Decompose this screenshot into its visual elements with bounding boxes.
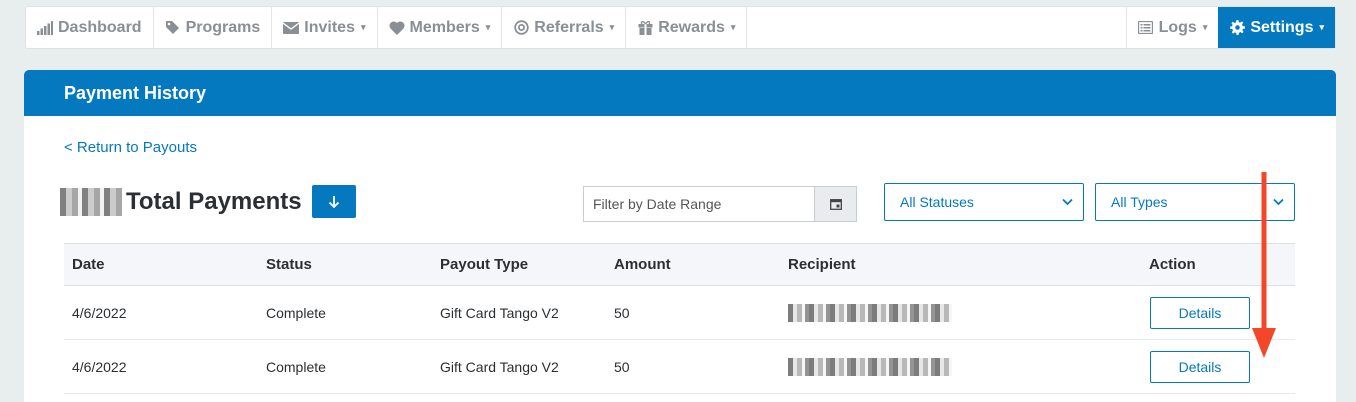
details-button[interactable]: Details — [1150, 350, 1250, 383]
nav-rewards-label: Rewards — [658, 18, 725, 36]
header-status: Status — [266, 256, 312, 273]
list-alt-icon — [1138, 20, 1154, 36]
target-icon — [513, 20, 529, 36]
chevron-down-icon — [1062, 198, 1073, 206]
nav-logs[interactable]: Logs ▾ — [1125, 7, 1219, 48]
status-select-value: All Statuses — [900, 194, 974, 210]
tag-icon — [165, 20, 181, 36]
nav-logs-label: Logs — [1158, 18, 1197, 36]
signal-bars-icon — [37, 20, 53, 36]
total-payments-row: Total Payments — [60, 185, 356, 218]
gear-icon — [1229, 20, 1245, 36]
nav-referrals-label: Referrals — [534, 18, 604, 36]
nav-programs[interactable]: Programs — [154, 7, 273, 48]
date-range-input[interactable] — [584, 187, 814, 221]
chevron-down-icon: ▾ — [1319, 22, 1324, 32]
type-select-value: All Types — [1111, 194, 1168, 210]
cell-amount: 50 — [614, 358, 630, 375]
details-button[interactable]: Details — [1150, 296, 1250, 329]
calendar-button[interactable] — [814, 187, 856, 221]
total-payments-title: Total Payments — [126, 187, 302, 215]
nav-dashboard[interactable]: Dashboard — [26, 7, 154, 48]
payments-table: Date Status Payout Type Amount Recipient… — [64, 243, 1295, 394]
nav-invites[interactable]: Invites ▾ — [272, 7, 378, 48]
cell-date: 4/6/2022 — [72, 358, 127, 375]
top-nav: Dashboard Programs Invites ▾ Members ▾ R… — [25, 6, 1336, 49]
header-payout-type: Payout Type — [440, 256, 529, 273]
cell-payout-type: Gift Card Tango V2 — [440, 358, 559, 375]
payment-history-panel: Payment History < Return to Payouts Tota… — [24, 70, 1336, 402]
heart-icon — [388, 20, 405, 36]
cell-status: Complete — [266, 304, 326, 321]
nav-referrals[interactable]: Referrals ▾ — [502, 7, 627, 48]
recipient-redacted — [788, 357, 952, 376]
nav-members[interactable]: Members ▾ — [378, 7, 503, 48]
chevron-down-icon: ▾ — [360, 22, 366, 32]
table-row: 4/6/2022 Complete Gift Card Tango V2 50 … — [64, 340, 1295, 394]
header-date: Date — [72, 256, 105, 273]
header-recipient: Recipient — [788, 256, 856, 273]
cell-date: 4/6/2022 — [72, 304, 127, 321]
nav-members-label: Members — [409, 18, 480, 36]
total-count-redacted — [60, 187, 122, 216]
nav-settings[interactable]: Settings ▾ — [1218, 7, 1335, 48]
download-button[interactable] — [311, 185, 356, 218]
gift-icon — [637, 20, 653, 36]
header-amount: Amount — [614, 256, 671, 273]
recipient-redacted — [788, 303, 952, 322]
table-header: Date Status Payout Type Amount Recipient… — [64, 243, 1295, 286]
table-row: 4/6/2022 Complete Gift Card Tango V2 50 … — [64, 286, 1295, 340]
cell-status: Complete — [266, 358, 326, 375]
chevron-down-icon: ▾ — [609, 22, 615, 32]
status-select[interactable]: All Statuses — [884, 183, 1084, 221]
cell-amount: 50 — [614, 304, 630, 321]
date-range-filter — [583, 186, 857, 222]
calendar-icon — [829, 199, 842, 210]
nav-programs-label: Programs — [185, 18, 261, 36]
envelope-icon — [283, 20, 300, 36]
chevron-down-icon: ▾ — [730, 22, 736, 32]
nav-rewards[interactable]: Rewards ▾ — [626, 7, 748, 48]
arrow-down-icon — [328, 195, 339, 208]
cell-payout-type: Gift Card Tango V2 — [440, 304, 559, 321]
annotation-arrow-icon — [1252, 172, 1276, 358]
nav-settings-label: Settings — [1250, 18, 1314, 36]
chevron-down-icon: ▾ — [1202, 22, 1208, 32]
nav-invites-label: Invites — [304, 18, 355, 36]
panel-title: Payment History — [24, 70, 1336, 116]
return-to-payouts-link[interactable]: < Return to Payouts — [64, 139, 197, 156]
nav-dashboard-label: Dashboard — [58, 18, 142, 36]
chevron-down-icon: ▾ — [485, 22, 491, 32]
